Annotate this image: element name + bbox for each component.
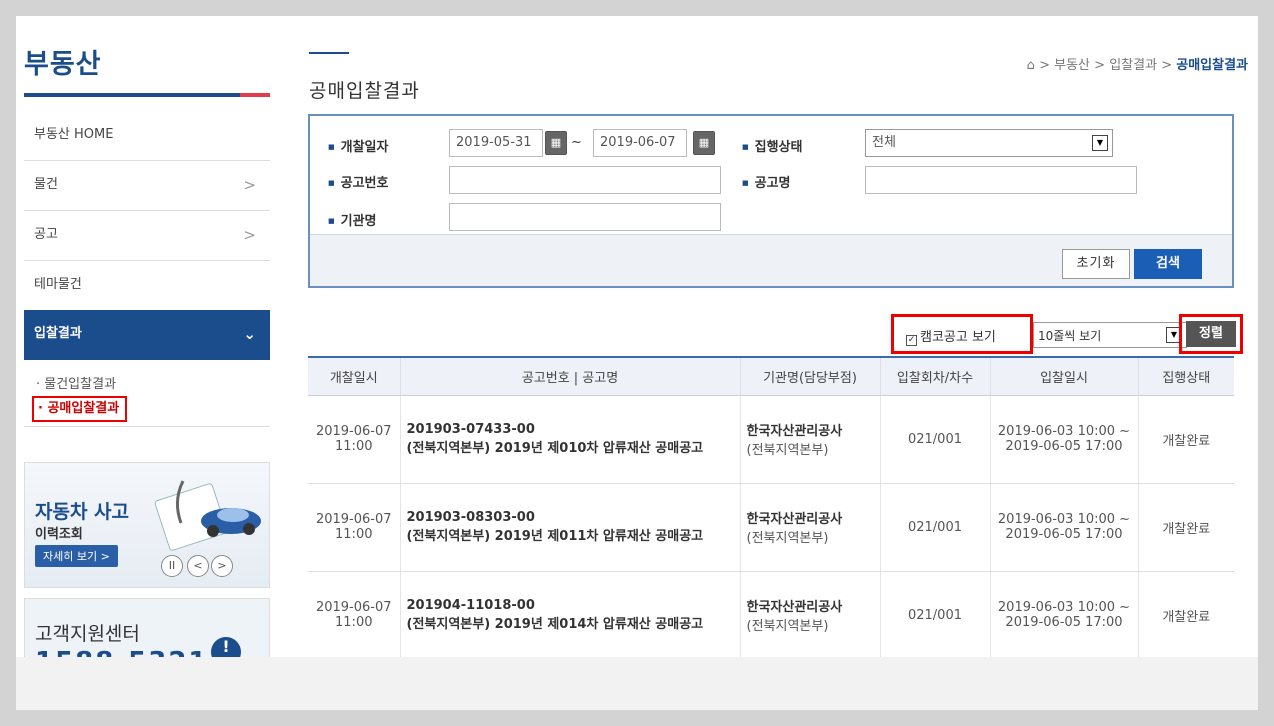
chevron-left-icon[interactable]: < (187, 555, 209, 577)
notice-no-input[interactable] (449, 166, 721, 194)
info-icon: ! (211, 637, 241, 657)
banner-title: 자동차 사고 (35, 501, 130, 523)
sort-button[interactable]: 정렬 (1186, 321, 1236, 347)
org-cell: 한국자산관리공사 (전북지역본부) (740, 571, 881, 657)
column-header[interactable]: 공고번호 | 공고명 (400, 356, 741, 396)
customer-center-banner[interactable]: 고객지원센터 1588-5321 ! (24, 598, 270, 657)
column-header[interactable]: 집행상태 (1138, 356, 1234, 396)
title-accent-line (309, 52, 349, 54)
round-cell: 021/001 (880, 395, 991, 484)
open-datetime-cell: 2019-06-07 11:00 (308, 571, 401, 657)
sidebar-menu: 부동산 HOME 물건 > 공고 > 테마물건 입찰결과 ⌄ · 물건입찰결과 … (24, 111, 270, 427)
sidebar-title: 부동산 (24, 49, 102, 80)
org-label: 기관명 (328, 210, 377, 229)
car-accident-banner[interactable]: 자동차 사고 이력조회 자세히 보기 > II < > (24, 462, 270, 588)
column-header[interactable]: 기관명(담당부점) (740, 356, 881, 396)
breadcrumb-item[interactable]: 부동산 (1054, 58, 1090, 73)
status-cell: 개찰완료 (1138, 395, 1234, 484)
chevron-right-icon[interactable]: > (211, 555, 233, 577)
search-button[interactable]: 검색 (1134, 249, 1202, 279)
notice-cell[interactable]: 201903-08303-00 (전북지역본부) 2019년 제011차 압류재산… (400, 483, 741, 572)
org-cell: 한국자산관리공사 (전북지역본부) (740, 483, 881, 572)
sidebar-submenu: · 물건입찰결과 · 공매입찰결과 (24, 360, 270, 427)
chevron-down-icon: ⌄ (243, 325, 256, 343)
customer-center-title: 고객지원센터 (35, 623, 140, 645)
org-input[interactable] (449, 203, 721, 231)
calendar-icon[interactable]: ▦ (693, 131, 715, 155)
home-icon[interactable]: ⌂ (1027, 58, 1035, 73)
round-cell: 021/001 (880, 483, 991, 572)
table-row[interactable]: 2019-06-07 11:00 201903-07433-00 (전북지역본부) … (308, 395, 1234, 484)
status-cell: 개찰완료 (1138, 483, 1234, 572)
results-table: 개찰일시 공고번호 | 공고명 기관명(담당부점) 입찰회차/차수 입찰일시 집… (308, 356, 1234, 657)
org-cell: 한국자산관리공사 (전북지역본부) (740, 395, 881, 484)
date-to-input[interactable]: 2019-06-07 (593, 129, 687, 157)
checkbox-checked-icon: ✓ (906, 335, 917, 346)
table-row[interactable]: 2019-06-07 11:00 201903-08303-00 (전북지역본부) … (308, 483, 1234, 572)
car-illustration-icon (154, 480, 261, 551)
chevron-right-icon: > (243, 226, 256, 244)
open-datetime-cell: 2019-06-07 11:00 (308, 483, 401, 572)
date-from-input[interactable]: 2019-05-31 (449, 129, 543, 157)
banner-subtitle: 이력조회 (35, 527, 83, 542)
screenshot-frame: 부동산 부동산 HOME 물건 > 공고 > 테마물건 입찰결과 ⌄ · 물건입… (16, 16, 1258, 710)
status-cell: 개찰완료 (1138, 571, 1234, 657)
open-datetime-cell: 2019-06-07 11:00 (308, 395, 401, 484)
bid-datetime-cell: 2019-06-03 10:00 ~2019-06-05 17:00 (990, 483, 1139, 572)
submenu-item-public-auction-bid[interactable]: · 공매입찰결과 (32, 396, 270, 422)
page: 부동산 부동산 HOME 물건 > 공고 > 테마물건 입찰결과 ⌄ · 물건입… (16, 16, 1258, 657)
round-cell: 021/001 (880, 571, 991, 657)
sidebar-item-notice[interactable]: 공고 > (24, 211, 270, 261)
sidebar-item-bid-results[interactable]: 입찰결과 ⌄ (24, 310, 270, 360)
kamco-notice-checkbox[interactable]: ✓ 캠코공고 보기 (891, 314, 1033, 354)
sidebar-item-theme[interactable]: 테마물건 (24, 261, 270, 311)
breadcrumb-item[interactable]: 입찰결과 (1109, 58, 1157, 73)
column-header[interactable]: 개찰일시 (308, 356, 401, 396)
bid-datetime-cell: 2019-06-03 10:00 ~2019-06-05 17:00 (990, 395, 1139, 484)
banner-detail-button[interactable]: 자세히 보기 > (35, 545, 118, 567)
calendar-icon[interactable]: ▦ (545, 131, 567, 155)
chevron-right-icon: > (243, 176, 256, 194)
open-date-label: 개찰일자 (328, 136, 389, 155)
table-header-row: 개찰일시 공고번호 | 공고명 기관명(담당부점) 입찰회차/차수 입찰일시 집… (308, 356, 1234, 396)
notice-no-label: 공고번호 (328, 172, 389, 191)
breadcrumb: ⌂ > 부동산 > 입찰결과 > 공매입찰결과 (1026, 58, 1248, 73)
submenu-item-property-bid[interactable]: · 물건입찰결과 (36, 374, 270, 396)
sidebar-item-property[interactable]: 물건 > (24, 161, 270, 211)
pause-icon[interactable]: II (161, 555, 183, 577)
column-header[interactable]: 입찰회차/차수 (880, 356, 991, 396)
page-title: 공매입찰결과 (309, 80, 420, 102)
notice-cell[interactable]: 201904-11018-00 (전북지역본부) 2019년 제014차 압류재산… (400, 571, 741, 657)
rows-per-page-select[interactable]: 10줄씩 보기 ▼ (1033, 322, 1187, 348)
reset-button[interactable]: 초기화 (1062, 249, 1130, 279)
chevron-down-icon: ▼ (1092, 135, 1108, 151)
search-panel-footer: 초기화 검색 (310, 234, 1232, 286)
status-select[interactable]: 전체 ▼ (865, 129, 1113, 157)
table-row[interactable]: 2019-06-07 11:00 201904-11018-00 (전북지역본부) … (308, 571, 1234, 657)
bid-datetime-cell: 2019-06-03 10:00 ~2019-06-05 17:00 (990, 571, 1139, 657)
search-panel: 개찰일자 2019-05-31 ▦ ~ 2019-06-07 ▦ 집행상태 전체… (308, 114, 1234, 288)
customer-center-phone: 1588-5321 (35, 647, 209, 657)
notice-name-input[interactable] (865, 166, 1137, 194)
notice-name-label: 공고명 (742, 172, 791, 191)
notice-cell[interactable]: 201903-07433-00 (전북지역본부) 2019년 제010차 압류재산… (400, 395, 741, 484)
breadcrumb-current: 공매입찰결과 (1176, 58, 1248, 73)
sidebar-title-underline (24, 93, 270, 97)
status-label: 집행상태 (742, 136, 803, 155)
sort-highlight: 정렬 (1179, 314, 1243, 354)
column-header[interactable]: 입찰일시 (990, 356, 1139, 396)
sidebar-item-home[interactable]: 부동산 HOME (24, 111, 270, 161)
